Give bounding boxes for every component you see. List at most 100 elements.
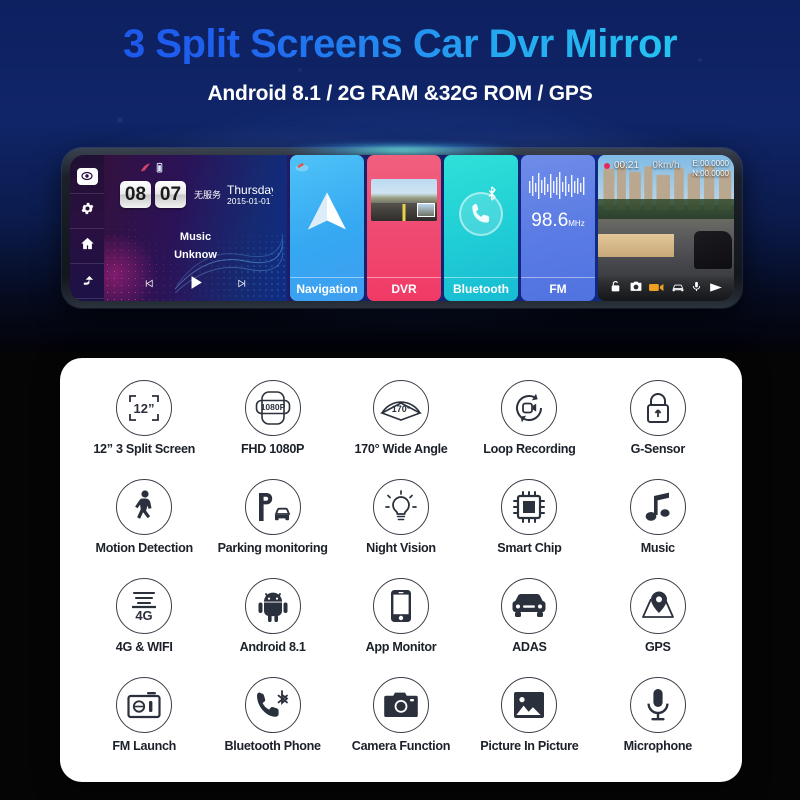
- feature-picture-in-picture: Picture In Picture: [465, 673, 593, 772]
- feature-label: Motion Detection: [95, 541, 194, 555]
- sidebar-item-camera-view[interactable]: [70, 159, 104, 194]
- recording-time: 00:21: [614, 160, 640, 171]
- radio-icon: [116, 677, 173, 733]
- fm-frequency-value: 98.6: [531, 210, 569, 231]
- bluetooth-phone-icon: [244, 677, 301, 733]
- road-line: [402, 204, 406, 221]
- fm-frequency-unit: MHz: [568, 219, 585, 228]
- sidebar-item-settings[interactable]: [70, 194, 104, 229]
- feature-split-screen: 12” 12” 3 Split Screen: [80, 376, 208, 475]
- feature-label: Microphone: [623, 739, 693, 753]
- feature-gps: GPS: [594, 574, 722, 673]
- tile-navigation[interactable]: Navigation: [290, 155, 364, 301]
- feature-label: Android 8.1: [239, 640, 306, 654]
- clock-minute: 07: [155, 181, 186, 208]
- status-bar-icons: [140, 160, 165, 178]
- dashcam-live-view[interactable]: 00:21 0km/h E:00.0000 N:00.0000: [598, 155, 734, 301]
- device-screen: 08 07 无服务 Thursday 2015-01-01 Music Unkn…: [70, 155, 734, 301]
- page-subtitle: Android 8.1 / 2G RAM &32G ROM / GPS: [207, 82, 593, 105]
- tile-dvr[interactable]: DVR: [367, 155, 441, 301]
- feature-loop-recording: Loop Recording: [465, 376, 593, 475]
- tile-bluetooth-label: Bluetooth: [444, 277, 518, 301]
- feature-card: 12” 12” 3 Split Screen 1080P FHD 1080P 1…: [60, 358, 742, 782]
- wide-angle-icon: 170°: [372, 380, 429, 436]
- camera-icon[interactable]: [629, 280, 643, 298]
- photo-camera-icon: [372, 677, 429, 733]
- camera-view-icon: [76, 167, 98, 185]
- resolution-icon: 1080P: [244, 380, 301, 436]
- feature-microphone: Microphone: [594, 673, 722, 772]
- feature-app-monitor: App Monitor: [337, 574, 465, 673]
- carrier-label: 无服务: [194, 190, 222, 200]
- lightbulb-icon: [372, 479, 429, 535]
- picture-icon: [501, 677, 558, 733]
- music-widget: Music Unknow: [104, 231, 287, 261]
- feature-bluetooth-phone: Bluetooth Phone: [208, 673, 336, 772]
- play-button[interactable]: [186, 273, 205, 297]
- feature-grid: 12” 12” 3 Split Screen 1080P FHD 1080P 1…: [80, 376, 722, 772]
- speed-readout: 0km/h: [652, 160, 680, 171]
- dashcam-toolbar: [598, 277, 734, 301]
- feature-fm-launch: FM Launch: [80, 673, 208, 772]
- feature-label: ADAS: [512, 640, 547, 654]
- record-dot-icon: [604, 162, 610, 169]
- feature-label: G-Sensor: [630, 442, 686, 456]
- feature-motion-detection: Motion Detection: [80, 475, 208, 574]
- car-icon[interactable]: [671, 280, 685, 298]
- clock: 08 07 无服务 Thursday 2015-01-01: [120, 181, 273, 208]
- gps-north: N:00.0000: [692, 169, 729, 178]
- tile-fm[interactable]: 98.6MHz FM: [521, 155, 595, 301]
- feature-g-sensor: G-Sensor: [594, 376, 722, 475]
- feature-android: Android 8.1: [208, 574, 336, 673]
- video-icon[interactable]: [649, 280, 664, 298]
- tile-bluetooth[interactable]: Bluetooth: [444, 155, 518, 301]
- feature-night-vision: Night Vision: [337, 475, 465, 574]
- feature-label: App Monitor: [365, 640, 437, 654]
- music-controls: [104, 273, 287, 297]
- feature-4g-wifi: 4G 4G & WIFI: [80, 574, 208, 673]
- map-pin-icon: [629, 578, 686, 634]
- 4g-badge: 4G: [136, 608, 153, 622]
- chip-icon: [501, 479, 558, 535]
- weekday-label: Thursday: [227, 184, 274, 196]
- lock-icon[interactable]: [609, 280, 622, 298]
- android-icon: [244, 578, 301, 634]
- play-icon[interactable]: [709, 280, 723, 298]
- split-screen-badge: 12”: [134, 401, 155, 416]
- battery-icon: [154, 160, 165, 178]
- loop-recording-icon: [501, 380, 558, 436]
- home-panel: 08 07 无服务 Thursday 2015-01-01 Music Unkn…: [104, 155, 287, 301]
- dvr-inset-preview: [417, 203, 435, 217]
- next-track-button[interactable]: [236, 276, 247, 294]
- fm-waveform-icon: [529, 172, 585, 199]
- feature-wide-angle: 170° 170° Wide Angle: [337, 376, 465, 475]
- feature-label: Bluetooth Phone: [224, 739, 321, 753]
- resolution-badge: 1080P: [260, 402, 285, 412]
- feature-fhd-1080p: 1080P FHD 1080P: [208, 376, 336, 475]
- microphone-icon: [629, 677, 686, 733]
- tile-dvr-label: DVR: [367, 277, 441, 301]
- feature-label: Camera Function: [351, 739, 451, 753]
- recording-indicator: 00:21: [604, 160, 639, 171]
- walking-person-icon: [116, 479, 173, 535]
- feature-label: 4G & WIFI: [115, 640, 173, 654]
- parking-car-icon: [244, 479, 301, 535]
- bluetooth-art: [444, 155, 518, 277]
- clock-hour: 08: [120, 181, 151, 208]
- feature-label: FM Launch: [112, 739, 177, 753]
- previous-track-button[interactable]: [144, 276, 155, 294]
- sidebar-item-back[interactable]: [70, 264, 104, 299]
- lock-icon: [629, 380, 686, 436]
- dvr-art: [367, 155, 441, 277]
- feature-label: Smart Chip: [497, 541, 562, 555]
- tile-navigation-label: Navigation: [290, 277, 364, 301]
- feature-label: Picture In Picture: [480, 739, 579, 753]
- sidebar-item-home[interactable]: [70, 229, 104, 264]
- smartphone-icon: [372, 578, 429, 634]
- feature-label: FHD 1080P: [241, 442, 305, 456]
- gear-icon: [80, 201, 95, 221]
- signal-icon: [140, 160, 151, 178]
- fm-art: 98.6MHz: [521, 155, 595, 277]
- microphone-icon[interactable]: [691, 280, 702, 298]
- feature-parking-monitoring: Parking monitoring: [208, 475, 336, 574]
